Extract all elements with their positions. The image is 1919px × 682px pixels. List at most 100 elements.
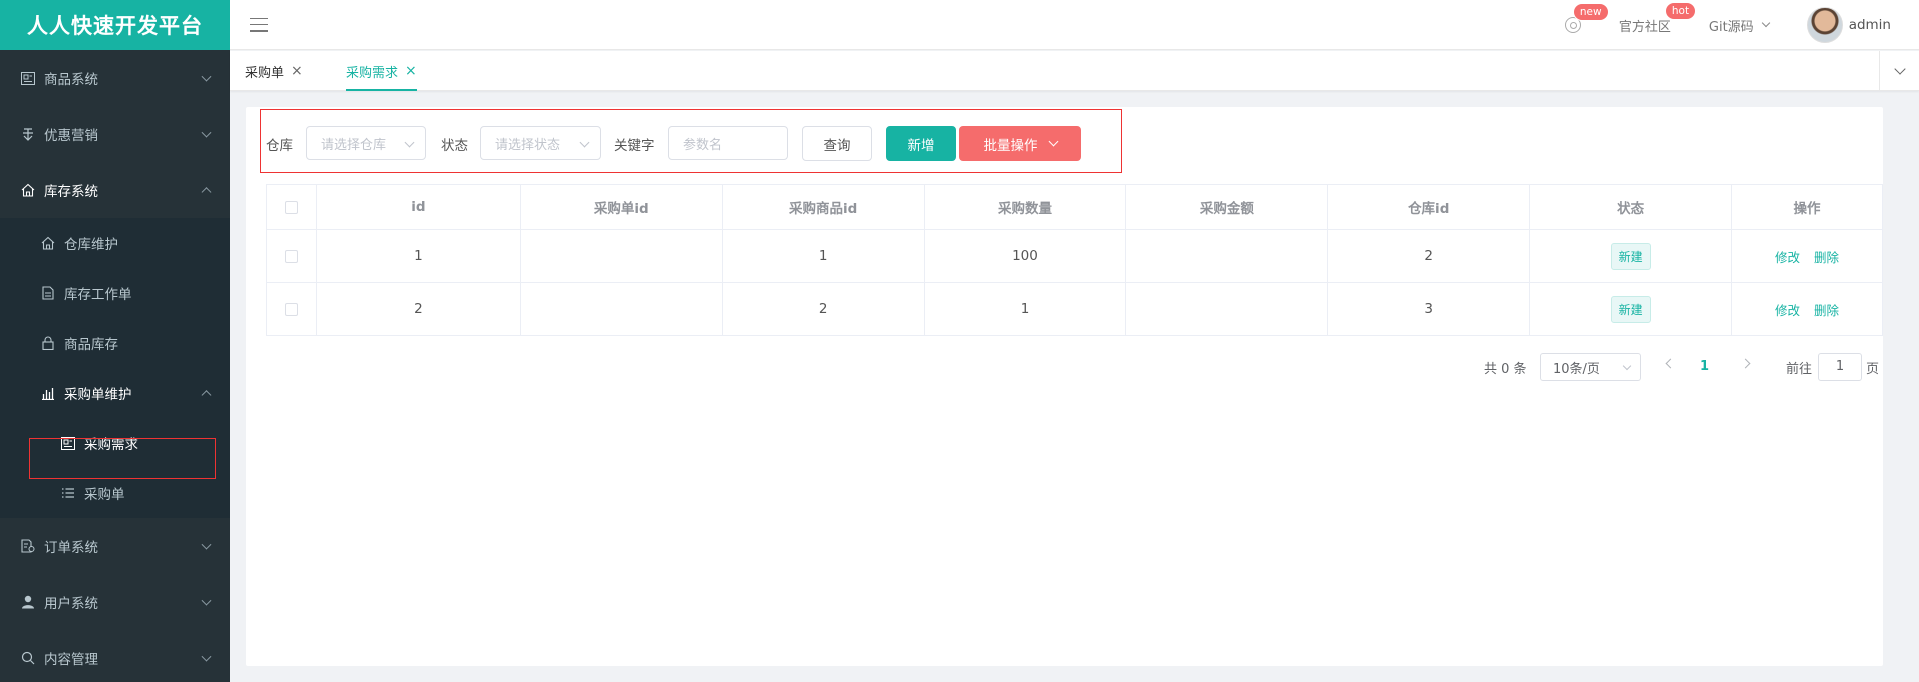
lock-icon: [40, 335, 56, 351]
edit-link[interactable]: 修改: [1775, 303, 1800, 318]
column-header: 采购数量: [923, 184, 1127, 230]
chevron-down-icon: [201, 651, 212, 662]
pagination-total: 共 0 条: [1484, 361, 1527, 377]
edit-link[interactable]: 修改: [1775, 250, 1800, 265]
sidebar-item-warehouse[interactable]: 仓库维护: [0, 218, 230, 268]
cell-qty: 1: [923, 282, 1127, 336]
close-icon[interactable]: ×: [291, 63, 303, 79]
cell-status: 新建: [1529, 282, 1733, 336]
tab-purchase-order[interactable]: 采购单 ×: [245, 51, 303, 91]
sidebar-item-purchase-order[interactable]: 采购单: [0, 468, 230, 518]
chevron-down-icon: [579, 137, 590, 148]
chevron-up-icon: [201, 390, 212, 401]
purchase-submenu: 采购需求 采购单: [0, 418, 230, 518]
cell-purchase-id: [519, 229, 723, 283]
row-checkbox[interactable]: [284, 249, 298, 263]
document-icon: [40, 285, 56, 301]
home-icon: [20, 182, 36, 198]
tab-label: 采购单: [245, 65, 285, 81]
chevron-down-icon: [1893, 63, 1906, 75]
sidebar-item-users[interactable]: 用户系统: [0, 574, 230, 630]
chevron-down-icon: [201, 71, 212, 82]
sidebar-item-label: 采购需求: [84, 437, 138, 453]
chevron-down-icon: [201, 539, 212, 550]
sidebar-item-label: 采购单维护: [64, 387, 132, 403]
cell-qty: 100: [923, 229, 1127, 283]
cell-sku-id: 2: [721, 282, 925, 336]
row-checkbox[interactable]: [284, 302, 298, 316]
tab-tools-dropdown[interactable]: [1879, 51, 1919, 91]
keyword-input[interactable]: 参数名: [668, 126, 788, 160]
status-select[interactable]: 请选择状态: [480, 126, 601, 160]
table-row: 2 2 1 3 新建 修改 删除: [266, 282, 1883, 336]
sidebar-item-products[interactable]: 商品系统: [0, 50, 230, 106]
cell-actions: 修改 删除: [1731, 282, 1883, 336]
delete-link[interactable]: 删除: [1814, 250, 1839, 265]
table-header-row: id 采购单id 采购商品id 采购数量 采购金额 仓库id 状态 操作: [266, 184, 1883, 230]
sidebar-item-label: 内容管理: [44, 652, 98, 668]
cell-amount: [1125, 282, 1329, 336]
status-placeholder: 请选择状态: [495, 137, 561, 153]
row-select-cell[interactable]: [266, 229, 317, 283]
warehouse-label: 仓库: [266, 138, 293, 154]
page-size-value: 10条/页: [1553, 361, 1600, 377]
cell-id: 2: [315, 282, 521, 336]
hot-badge: hot: [1664, 1, 1697, 20]
sidebar-item-label: 库存系统: [44, 184, 98, 200]
community-link[interactable]: 官方社区 hot: [1618, 1, 1697, 35]
user-menu[interactable]: admin: [1806, 7, 1891, 43]
close-icon[interactable]: ×: [405, 63, 417, 79]
tab-bar: 采购单 × 采购需求 ×: [230, 51, 1919, 91]
warehouse-select[interactable]: 请选择仓库: [306, 126, 426, 160]
tab-purchase-demand[interactable]: 采购需求 ×: [346, 51, 417, 91]
menu-toggle-icon[interactable]: [250, 17, 268, 32]
add-button[interactable]: 新增: [886, 126, 956, 161]
sidebar-item-orders[interactable]: 订单系统: [0, 518, 230, 574]
batch-operation-button[interactable]: 批量操作: [959, 126, 1081, 161]
sidebar-item-label: 商品系统: [44, 72, 98, 88]
avatar: [1806, 7, 1843, 43]
sidebar-item-label: 采购单: [84, 487, 125, 503]
goto-page-input[interactable]: 1: [1818, 353, 1862, 381]
sidebar-item-coupon[interactable]: 优惠营销: [0, 106, 230, 162]
sidebar: 人人快速开发平台 商品系统 优惠营销 库存系统 仓库维护 库存工作单 商品库存 …: [0, 0, 230, 682]
batch-label: 批量操作: [983, 137, 1038, 154]
sidebar-item-purchase-demand[interactable]: 采购需求: [0, 418, 230, 468]
select-all-cell[interactable]: [266, 184, 317, 230]
page-unit-label: 页: [1866, 361, 1880, 377]
bar-chart-icon: [40, 385, 56, 401]
delete-link[interactable]: 删除: [1814, 303, 1839, 318]
inventory-submenu: 仓库维护 库存工作单 商品库存 采购单维护 采购需求 采购单: [0, 218, 230, 518]
row-select-cell[interactable]: [266, 282, 317, 336]
sidebar-item-inventory[interactable]: 库存系统: [0, 162, 230, 218]
cell-amount: [1125, 229, 1329, 283]
sidebar-item-work-order[interactable]: 库存工作单: [0, 268, 230, 318]
git-label: Git源码: [1708, 19, 1754, 35]
chevron-down-icon: [201, 127, 212, 138]
page-size-select[interactable]: 10条/页: [1540, 353, 1641, 381]
column-header: 采购商品id: [721, 184, 925, 230]
warehouse-placeholder: 请选择仓库: [321, 137, 387, 153]
sidebar-item-label: 库存工作单: [64, 287, 132, 303]
sidebar-item-purchase-maintain[interactable]: 采购单维护: [0, 368, 230, 418]
product-icon: [20, 70, 36, 86]
chevron-down-icon: [404, 137, 415, 148]
sidebar-item-sku-stock[interactable]: 商品库存: [0, 318, 230, 368]
git-source-dropdown[interactable]: Git源码: [1708, 16, 1770, 35]
coupon-icon: [20, 126, 36, 142]
brand-logo[interactable]: 人人快速开发平台: [0, 0, 230, 50]
settings-button[interactable]: new: [1564, 3, 1609, 33]
query-button[interactable]: 查询: [802, 126, 872, 161]
chevron-down-icon: [1048, 136, 1058, 147]
current-page[interactable]: 1: [1700, 353, 1709, 381]
select-all-checkbox[interactable]: [284, 200, 298, 214]
sidebar-item-content[interactable]: 内容管理: [0, 630, 230, 682]
chevron-up-icon: [201, 187, 212, 198]
chevron-down-icon: [1622, 361, 1632, 371]
top-header: new 官方社区 hot Git源码 admin: [230, 0, 1919, 50]
user-icon: [20, 594, 36, 610]
table-row: 1 1 100 2 新建 修改 删除: [266, 229, 1883, 283]
chevron-down-icon: [201, 595, 212, 606]
community-label: 官方社区: [1618, 19, 1671, 35]
column-header: 状态: [1529, 184, 1733, 230]
